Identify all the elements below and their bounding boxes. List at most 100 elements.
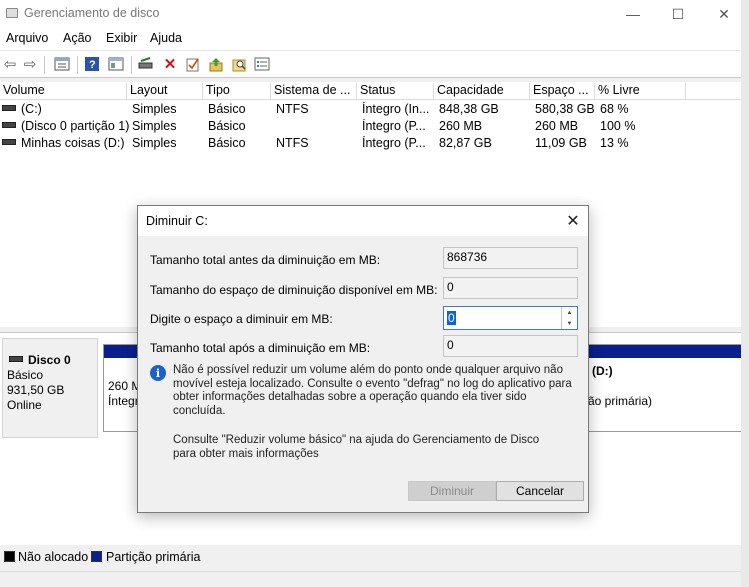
disk-icon <box>9 356 23 362</box>
espaco-cell: 580,38 GB <box>535 102 595 116</box>
table-row[interactable]: Minhas coisas (D:) Simples Básico NTFS Í… <box>0 135 749 152</box>
legend-unallocated: Não alocado <box>18 550 89 564</box>
right-border <box>741 0 749 587</box>
menu-bar: Arquivo Ação Exibir Ajuda <box>0 28 749 50</box>
menu-ajuda[interactable]: Ajuda <box>150 31 182 45</box>
partition-d-name: (D:) <box>592 364 613 378</box>
status-cell: Íntegro (P... <box>362 119 426 133</box>
shrink-dialog: Diminuir C: ✕ Tamanho total antes da dim… <box>137 205 589 513</box>
volume-cell: (Disco 0 partição 1) <box>2 119 129 133</box>
console-view-icon[interactable] <box>108 56 124 72</box>
legend-primary: Partição primária <box>106 550 201 564</box>
toolbar-separator <box>77 56 78 74</box>
menu-arquivo[interactable]: Arquivo <box>6 31 48 45</box>
espaco-cell: 11,09 GB <box>535 136 587 150</box>
export-icon[interactable] <box>208 56 224 72</box>
column-header-layout[interactable]: Layout <box>127 83 203 100</box>
forward-arrow-icon[interactable]: ⇨ <box>22 56 38 73</box>
minimize-icon[interactable]: — <box>610 0 656 28</box>
connect-drive-icon[interactable] <box>138 56 154 72</box>
cancel-button[interactable]: Cancelar <box>496 481 584 501</box>
toolbar: ⇦ ⇨ ? ✕ <box>0 50 749 78</box>
tipo-cell: Básico <box>208 119 246 133</box>
settings-list-icon[interactable] <box>254 56 270 72</box>
column-header-capacidade[interactable]: Capacidade <box>434 83 530 100</box>
table-row[interactable]: (Disco 0 partição 1) Simples Básico Ínte… <box>0 118 749 135</box>
sistema-cell: NTFS <box>276 102 309 116</box>
tipo-cell: Básico <box>208 102 246 116</box>
disk-size: 931,50 GB <box>7 383 65 397</box>
partition-d-block[interactable]: (D:) ão primária) <box>580 344 742 432</box>
drive-icon <box>2 122 16 128</box>
help-message: Consulte "Reduzir volume básico" na ajud… <box>173 434 540 460</box>
search-icon[interactable] <box>231 56 247 72</box>
dialog-title-bar: Diminuir C: ✕ <box>138 206 588 236</box>
volume-table-header: Volume Layout Tipo Sistema de ... Status… <box>0 82 749 100</box>
dialog-close-icon[interactable]: ✕ <box>562 210 584 232</box>
status-cell: Íntegro (P... <box>362 136 426 150</box>
column-header-sistema[interactable]: Sistema de ... <box>271 83 357 100</box>
disk-management-window: Gerenciamento de disco — ☐ ✕ Arquivo Açã… <box>0 0 749 587</box>
livre-cell: 100 % <box>600 119 636 133</box>
menu-exibir[interactable]: Exibir <box>106 31 137 45</box>
spin-up-icon[interactable]: ▲ <box>562 307 577 318</box>
drive-icon <box>2 105 16 111</box>
toolbar-separator <box>131 56 132 74</box>
delete-icon[interactable]: ✕ <box>162 56 178 73</box>
field-label-shrink-amount: Digite o espaço a diminuir em MB: <box>150 312 333 326</box>
column-header-espaco[interactable]: Espaço ... <box>530 83 595 100</box>
disk-type: Básico <box>7 368 44 382</box>
shrink-button[interactable]: Diminuir <box>408 481 496 501</box>
capacidade-cell: 260 MB <box>439 119 483 133</box>
spin-buttons: ▲ ▼ <box>561 307 577 329</box>
check-icon[interactable] <box>185 56 201 72</box>
disk-state: Online <box>7 398 42 412</box>
capacidade-cell: 848,38 GB <box>439 102 499 116</box>
column-header-tipo[interactable]: Tipo <box>203 83 271 100</box>
volume-name: (Disco 0 partição 1) <box>21 119 130 133</box>
menu-acao[interactable]: Ação <box>63 31 92 45</box>
layout-cell: Simples <box>132 102 177 116</box>
unallocated-swatch <box>4 551 15 562</box>
table-row[interactable]: (C:) Simples Básico NTFS Íntegro (In... … <box>0 101 749 118</box>
toolbar-separator <box>44 56 45 74</box>
livre-cell: 13 % <box>600 136 629 150</box>
volume-name: (C:) <box>21 102 42 116</box>
column-header-status[interactable]: Status <box>357 83 434 100</box>
partition-1-status: Íntegr <box>108 394 139 408</box>
total-before-field: 868736 <box>443 247 578 269</box>
total-after-field: 0 <box>443 335 578 357</box>
properties-icon[interactable] <box>54 56 70 72</box>
volume-name: Minhas coisas (D:) <box>21 136 125 150</box>
svg-text:?: ? <box>89 59 96 71</box>
drive-icon <box>2 139 16 145</box>
disk-title: Disco 0 <box>9 353 71 367</box>
espaco-cell: 260 MB <box>535 119 579 133</box>
column-header-volume[interactable]: Volume <box>0 83 127 100</box>
column-header-livre[interactable]: % Livre <box>595 83 686 100</box>
info-message: Não é possível reduzir um volume além do… <box>173 364 572 417</box>
shrink-amount-input[interactable]: 0 <box>447 311 456 325</box>
volume-cell: (C:) <box>2 102 42 116</box>
layout-cell: Simples <box>132 119 177 133</box>
spin-down-icon[interactable]: ▼ <box>562 318 577 329</box>
window-title: Gerenciamento de disco <box>24 6 160 20</box>
status-bar <box>0 571 749 587</box>
field-label-total-before: Tamanho total antes da diminuição em MB: <box>150 253 381 267</box>
primary-partition-bar <box>581 345 741 358</box>
capacidade-cell: 82,87 GB <box>439 136 492 150</box>
back-arrow-icon[interactable]: ⇦ <box>2 56 18 73</box>
status-cell: Íntegro (In... <box>362 102 430 116</box>
shrink-amount-spinbox[interactable]: 0 ▲ ▼ <box>443 306 578 330</box>
help-icon[interactable]: ? <box>84 56 100 72</box>
field-label-available: Tamanho do espaço de diminuição disponív… <box>150 283 438 297</box>
available-shrink-field: 0 <box>443 277 578 299</box>
info-icon: i <box>150 365 166 381</box>
disk-label[interactable]: Disco 0 Básico 931,50 GB Online <box>2 338 98 438</box>
sistema-cell: NTFS <box>276 136 309 150</box>
dialog-title: Diminuir C: <box>146 214 208 228</box>
maximize-icon[interactable]: ☐ <box>655 0 701 28</box>
partition-d-type: ão primária) <box>588 394 653 408</box>
title-bar: Gerenciamento de disco — ☐ ✕ <box>0 0 749 28</box>
volume-cell: Minhas coisas (D:) <box>2 136 125 150</box>
